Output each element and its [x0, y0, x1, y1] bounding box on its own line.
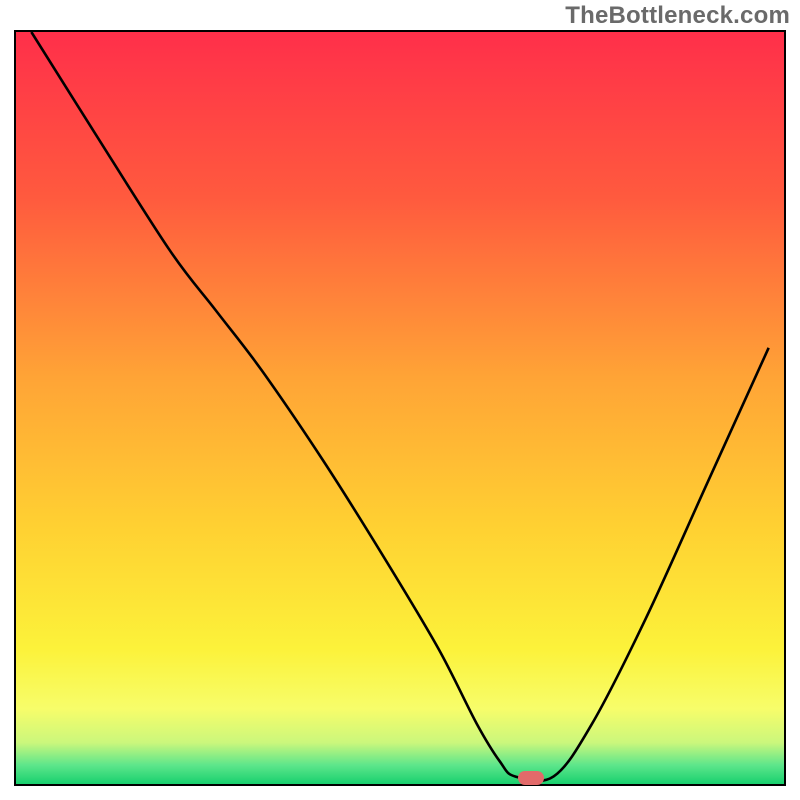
watermark-label: TheBottleneck.com	[565, 2, 790, 30]
optimal-marker	[518, 771, 544, 785]
plot-area	[14, 30, 786, 786]
curve-layer	[16, 32, 784, 784]
chart-container: TheBottleneck.com	[0, 0, 800, 800]
bottleneck-curve	[31, 32, 768, 781]
